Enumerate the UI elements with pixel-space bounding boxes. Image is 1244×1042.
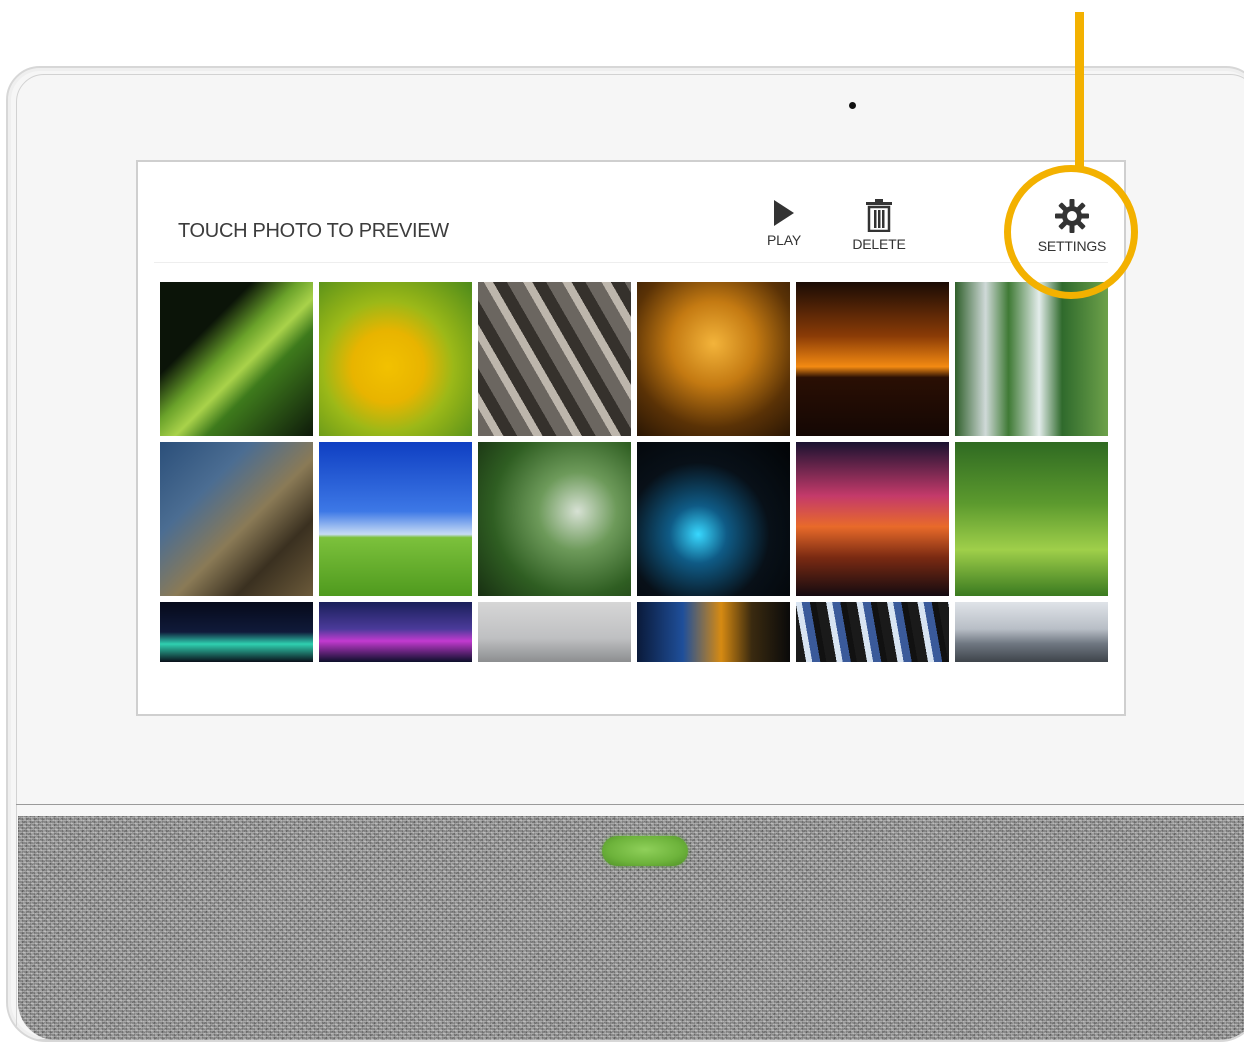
camera-dot (849, 102, 856, 109)
photo-rainforest[interactable] (478, 442, 631, 596)
delete-button[interactable]: DELETE (844, 198, 914, 252)
header-divider (154, 262, 1108, 263)
photo-bridge-fireworks[interactable] (796, 442, 949, 596)
photo-night-bridge[interactable] (160, 602, 313, 662)
photo-foggy-bridge[interactable] (478, 602, 631, 662)
photo-city-skyline-night[interactable] (319, 602, 472, 662)
play-icon (774, 200, 794, 226)
speaker-fabric (18, 816, 1244, 1040)
photo-city-lights[interactable] (637, 602, 790, 662)
photo-river-forest[interactable] (955, 442, 1108, 596)
photo-grid (160, 282, 1112, 666)
photo-light-trails[interactable] (637, 442, 790, 596)
photo-autumn-forest[interactable] (637, 282, 790, 436)
photo-water-drops[interactable] (478, 282, 631, 436)
photo-palm-sunset[interactable] (796, 282, 949, 436)
trash-icon (866, 199, 892, 232)
callout-ring (1004, 165, 1138, 299)
photo-butterfly-flower[interactable] (319, 282, 472, 436)
photo-waterfall[interactable] (955, 282, 1108, 436)
photo-screen: TOUCH PHOTO TO PREVIEW PLAY DELETE SETTI… (136, 160, 1126, 716)
callout-line (1075, 12, 1084, 170)
photo-neon-buildings[interactable] (796, 602, 949, 662)
delete-label: DELETE (852, 236, 906, 252)
photo-leaf-droplets[interactable] (160, 282, 313, 436)
status-led[interactable] (602, 836, 688, 866)
photo-lone-tree[interactable] (319, 442, 472, 596)
photo-canyon-tunnel[interactable] (160, 442, 313, 596)
play-button[interactable]: PLAY (754, 198, 814, 248)
page-title: TOUCH PHOTO TO PREVIEW (178, 220, 449, 242)
play-label: PLAY (767, 232, 801, 248)
photo-city-aerial[interactable] (955, 602, 1108, 662)
device-divider (16, 804, 1244, 805)
